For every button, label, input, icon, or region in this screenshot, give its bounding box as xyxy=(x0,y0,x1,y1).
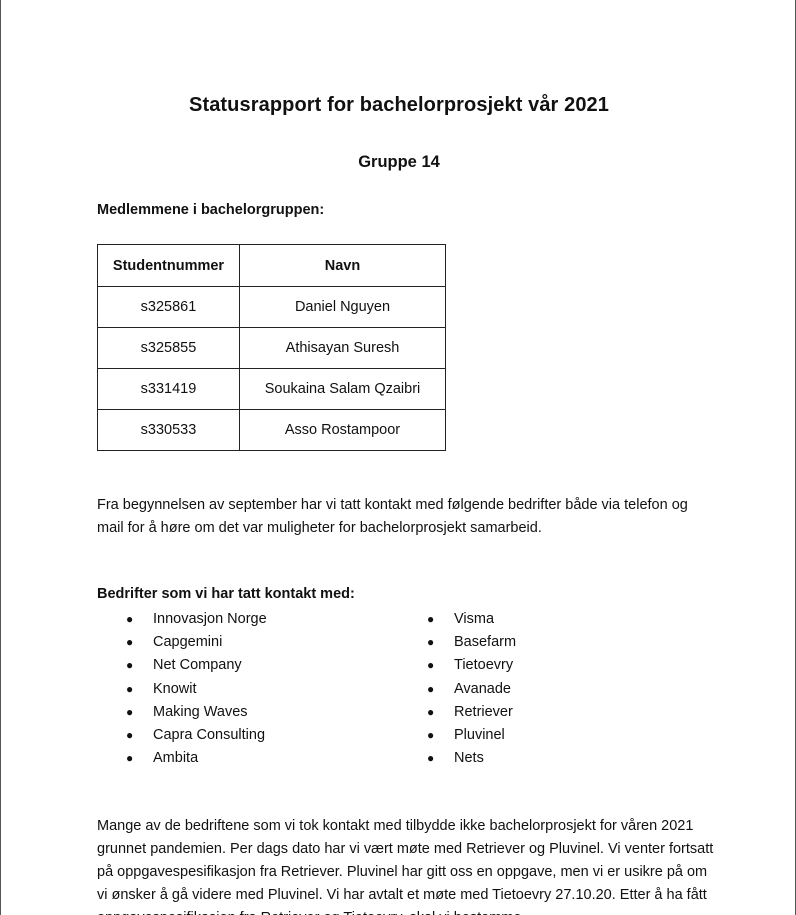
list-item: ● Avanade xyxy=(427,678,516,701)
list-item: ● Making Waves xyxy=(126,701,267,724)
table-row: s325855 Athisayan Suresh xyxy=(97,327,446,369)
company-name: Retriever xyxy=(454,703,513,720)
list-item: ● Pluvinel xyxy=(427,724,516,747)
list-item: ● Capra Consulting xyxy=(126,724,267,747)
table-row: s325861 Daniel Nguyen xyxy=(97,286,446,328)
bullet-icon: ● xyxy=(126,635,134,650)
company-name: Nets xyxy=(454,750,484,767)
company-name: Ambita xyxy=(153,750,199,767)
list-item: ● Net Company xyxy=(126,654,267,677)
bullet-icon: ● xyxy=(126,751,134,766)
bullet-icon: ● xyxy=(126,704,134,719)
company-name: Tietoevry xyxy=(454,657,514,674)
bullet-icon: ● xyxy=(427,658,435,673)
bullet-icon: ● xyxy=(427,727,435,742)
bullet-icon: ● xyxy=(427,704,435,719)
student-name-cell: Daniel Nguyen xyxy=(239,286,446,328)
list-item: ● Innovasjon Norge xyxy=(126,608,267,631)
bullet-icon: ● xyxy=(126,727,134,742)
members-table: Studentnummer Navn s325861 Daniel Nguyen… xyxy=(97,244,446,451)
bullet-icon: ● xyxy=(427,681,435,696)
student-number-cell: s325855 xyxy=(97,327,240,369)
company-name: Capra Consulting xyxy=(153,726,266,743)
header-student-number: Studentnummer xyxy=(97,244,240,287)
table-row: s330533 Asso Rostampoor xyxy=(97,409,446,451)
student-name-cell: Asso Rostampoor xyxy=(239,409,446,451)
status-paragraph: Mange av de bedriftene som vi tok kontak… xyxy=(97,818,714,915)
companies-list-right: ● Visma ● Basefarm ● Tietoevry ● Avanade ● Re… xyxy=(427,608,516,770)
bullet-icon: ● xyxy=(427,751,435,766)
list-item: ● Capgemini xyxy=(126,631,267,654)
list-item: ● Basefarm xyxy=(427,631,516,654)
company-name: Making Waves xyxy=(153,703,248,720)
page-title: Statusrapport for bachelorprosjekt vår 2… xyxy=(189,94,609,116)
company-name: Basefarm xyxy=(454,634,517,651)
document-page: Statusrapport for bachelorprosjekt vår 2… xyxy=(0,0,796,915)
company-name: Avanade xyxy=(454,680,511,697)
table-row: s331419 Soukaina Salam Qzaibri xyxy=(97,368,446,410)
company-name: Pluvinel xyxy=(454,726,505,743)
company-name: Innovasjon Norge xyxy=(153,611,267,627)
bullet-icon: ● xyxy=(126,658,134,673)
student-name-cell: Athisayan Suresh xyxy=(239,327,446,369)
bullet-icon: ● xyxy=(427,612,435,626)
company-name: Capgemini xyxy=(153,634,223,651)
list-item: ● Nets xyxy=(427,747,516,770)
bullet-icon: ● xyxy=(427,635,435,650)
list-item: ● Knowit xyxy=(126,678,267,701)
header-name: Navn xyxy=(239,244,446,287)
group-subtitle: Gruppe 14 xyxy=(358,153,440,171)
companies-list-left: ● Innovasjon Norge ● Capgemini ● Net Compan… xyxy=(126,608,267,770)
members-heading: Medlemmene i bachelorgruppen: xyxy=(97,202,325,218)
list-item: ● Tietoevry xyxy=(427,654,516,677)
student-number-cell: s330533 xyxy=(97,409,240,451)
company-name: Knowit xyxy=(153,680,197,697)
company-name: Net Company xyxy=(153,657,242,674)
intro-paragraph: Fra begynnelsen av september har vi tatt… xyxy=(97,497,688,536)
list-item: ● Ambita xyxy=(126,747,267,770)
bullet-icon: ● xyxy=(126,681,134,696)
student-name-cell: Soukaina Salam Qzaibri xyxy=(239,368,446,410)
list-item: ● Retriever xyxy=(427,701,516,724)
company-name: Visma xyxy=(454,611,495,627)
table-header-row: Studentnummer Navn xyxy=(97,244,446,287)
student-number-cell: s325861 xyxy=(97,286,240,328)
list-item: ● Visma xyxy=(427,608,516,631)
student-number-cell: s331419 xyxy=(97,368,240,410)
companies-heading: Bedrifter som vi har tatt kontakt med: xyxy=(97,586,355,602)
bullet-icon: ● xyxy=(126,612,134,626)
